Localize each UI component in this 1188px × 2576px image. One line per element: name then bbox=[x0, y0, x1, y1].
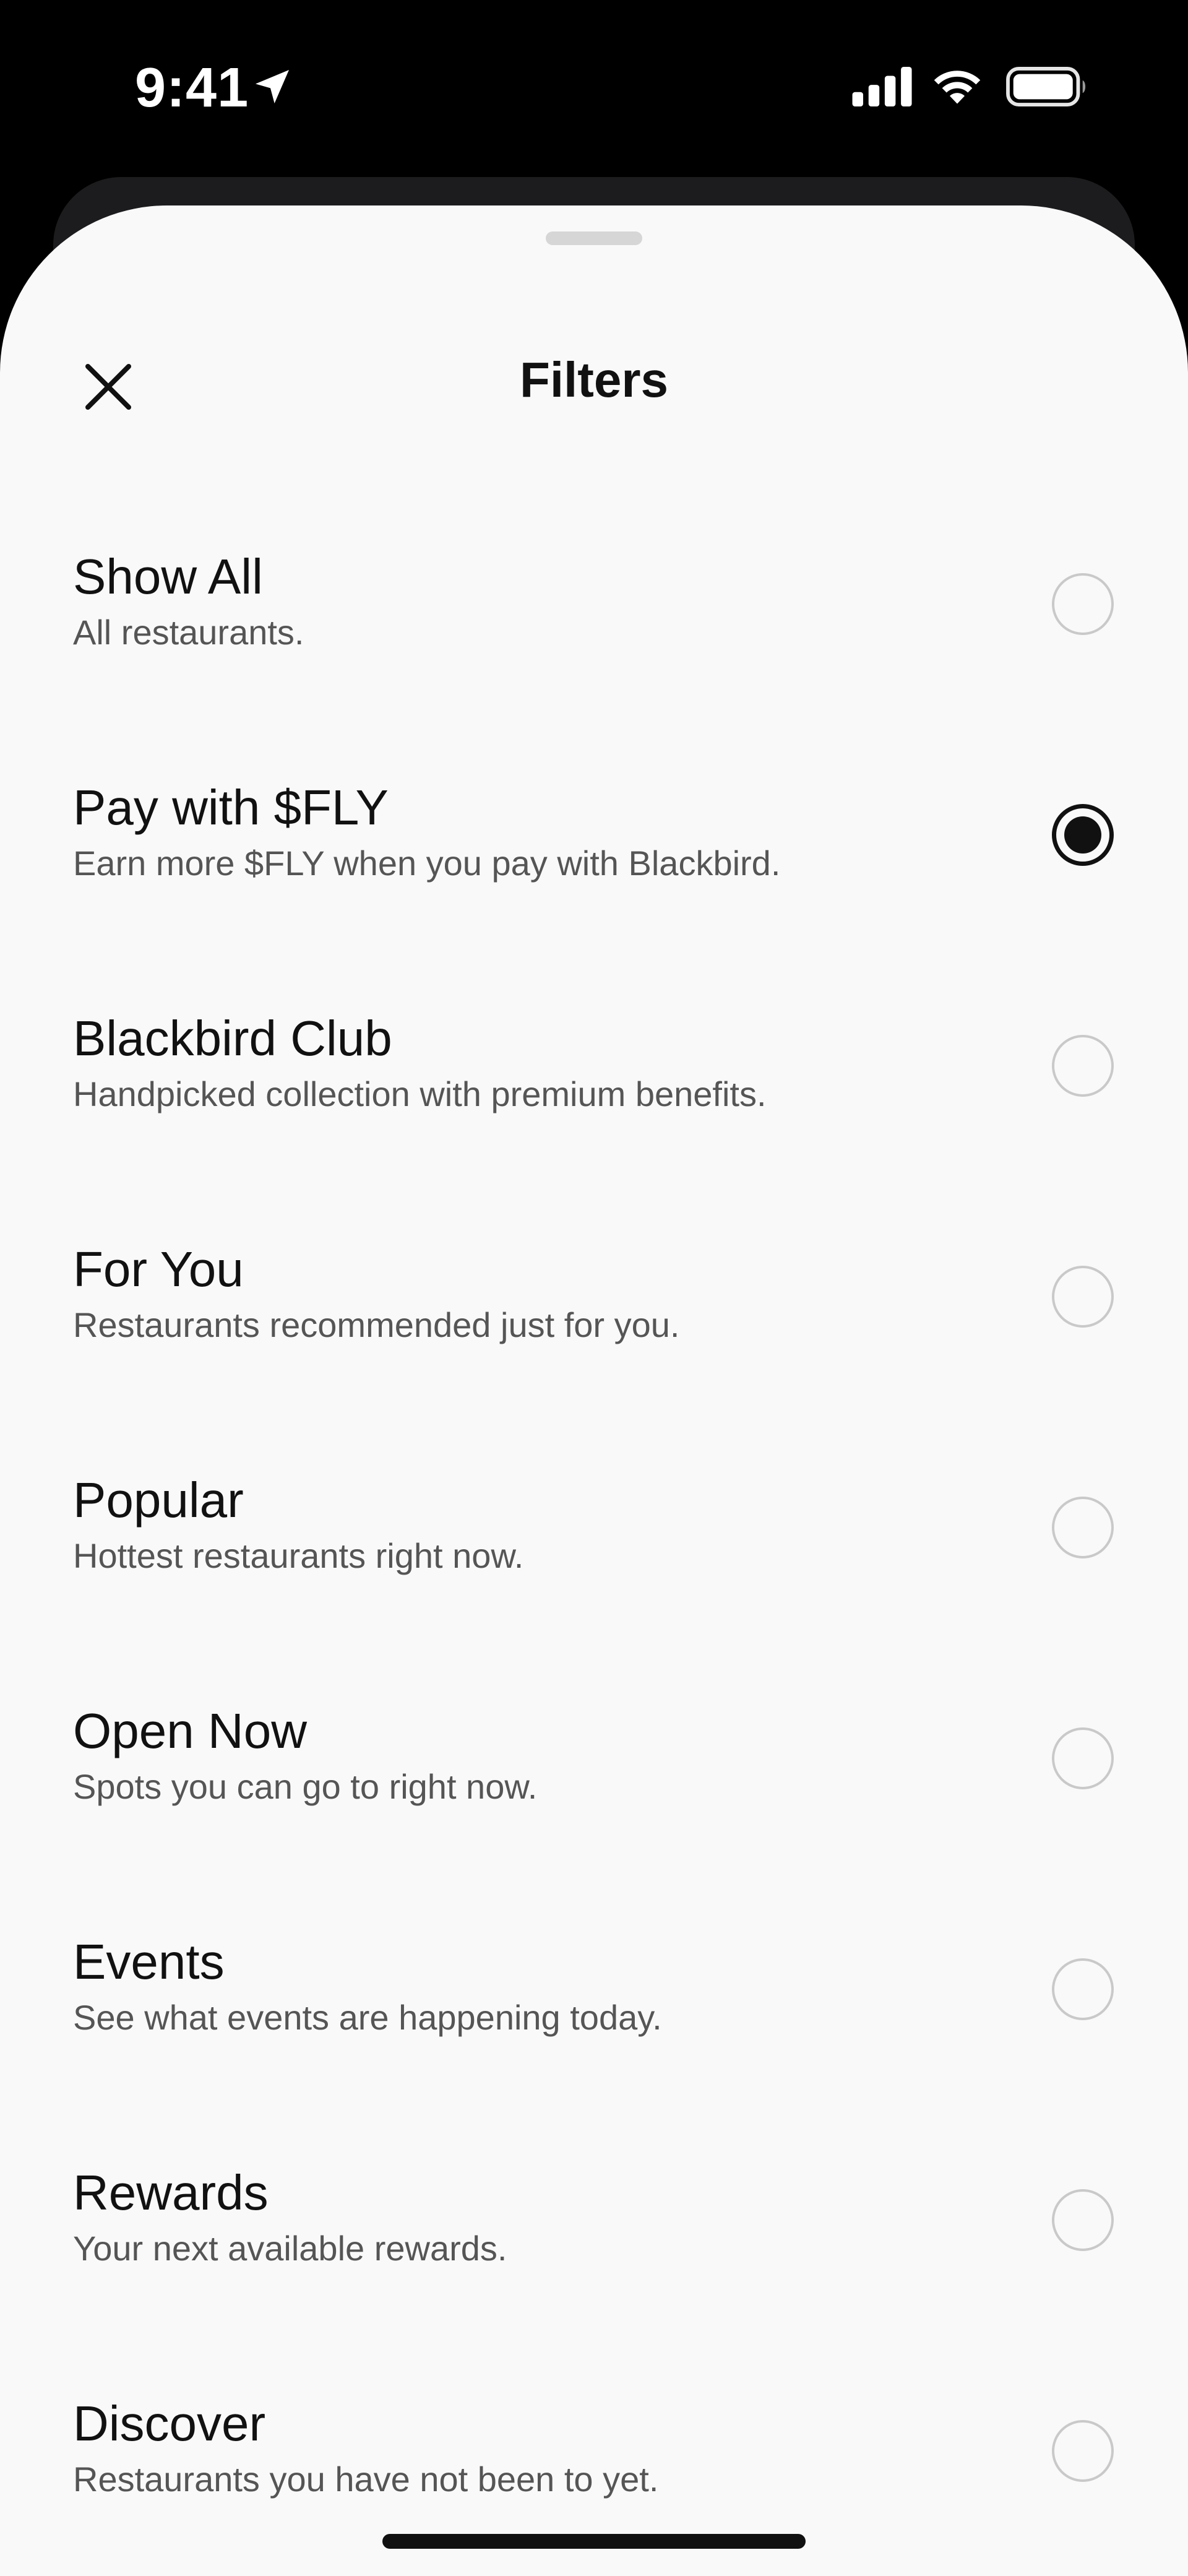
radio-button[interactable] bbox=[1052, 1497, 1114, 1558]
filter-subtitle: Earn more $FLY when you pay with Blackbi… bbox=[73, 844, 781, 883]
location-arrow-icon bbox=[256, 70, 289, 103]
filter-option-for-you[interactable]: For You Restaurants recommended just for… bbox=[0, 1238, 1188, 1469]
filter-subtitle: Spots you can go to right now. bbox=[73, 1767, 538, 1806]
cellular-signal-icon bbox=[852, 67, 912, 106]
filter-option-popular[interactable]: Popular Hottest restaurants right now. bbox=[0, 1469, 1188, 1700]
filter-title: Rewards bbox=[73, 2165, 269, 2220]
radio-button[interactable] bbox=[1052, 573, 1114, 635]
filter-option-pay-with-fly[interactable]: Pay with $FLY Earn more $FLY when you pa… bbox=[0, 777, 1188, 1008]
filter-option-blackbird-club[interactable]: Blackbird Club Handpicked collection wit… bbox=[0, 1008, 1188, 1238]
battery-icon bbox=[1006, 67, 1086, 106]
filter-title: Show All bbox=[73, 549, 263, 604]
sheet-grabber[interactable] bbox=[546, 231, 642, 245]
status-time: 9:41 bbox=[135, 57, 249, 119]
filter-option-open-now[interactable]: Open Now Spots you can go to right now. bbox=[0, 1700, 1188, 1931]
radio-button[interactable] bbox=[1052, 2420, 1114, 2482]
radio-button[interactable] bbox=[1052, 1266, 1114, 1328]
filter-title: Pay with $FLY bbox=[73, 780, 389, 835]
filter-subtitle: Handpicked collection with premium benef… bbox=[73, 1074, 767, 1113]
filter-subtitle: All restaurants. bbox=[73, 613, 304, 652]
filter-title: Open Now bbox=[73, 1703, 307, 1758]
filter-subtitle: Restaurants recommended just for you. bbox=[73, 1305, 680, 1344]
filters-sheet: Filters Show All All restaurants. Pay wi… bbox=[0, 205, 1188, 2576]
filter-subtitle: See what events are happening today. bbox=[73, 1998, 662, 2037]
filter-subtitle: Hottest restaurants right now. bbox=[73, 1536, 524, 1575]
wifi-icon bbox=[934, 71, 981, 104]
filter-title: Popular bbox=[73, 1472, 244, 1528]
filter-list: Show All All restaurants. Pay with $FLY … bbox=[0, 546, 1188, 2576]
filter-title: Blackbird Club bbox=[73, 1011, 392, 1066]
screen: 9:41 Filters Show All All restaurants. P… bbox=[0, 0, 1188, 2576]
radio-button[interactable] bbox=[1052, 1727, 1114, 1789]
filter-title: For You bbox=[73, 1242, 244, 1297]
filter-title: Events bbox=[73, 1934, 225, 1989]
filter-subtitle: Your next available rewards. bbox=[73, 2229, 507, 2268]
radio-button[interactable] bbox=[1052, 1035, 1114, 1097]
home-indicator[interactable] bbox=[382, 2534, 806, 2549]
filter-option-show-all[interactable]: Show All All restaurants. bbox=[0, 546, 1188, 777]
radio-button[interactable] bbox=[1052, 1958, 1114, 2020]
filter-title: Discover bbox=[73, 2396, 266, 2451]
filter-subtitle: Restaurants you have not been to yet. bbox=[73, 2460, 659, 2499]
status-bar: 9:41 bbox=[0, 0, 1188, 173]
page-title: Filters bbox=[519, 352, 669, 407]
radio-button[interactable] bbox=[1052, 2189, 1114, 2251]
filter-option-rewards[interactable]: Rewards Your next available rewards. bbox=[0, 2162, 1188, 2393]
filter-option-events[interactable]: Events See what events are happening tod… bbox=[0, 1931, 1188, 2162]
radio-button-selected[interactable] bbox=[1052, 804, 1114, 866]
